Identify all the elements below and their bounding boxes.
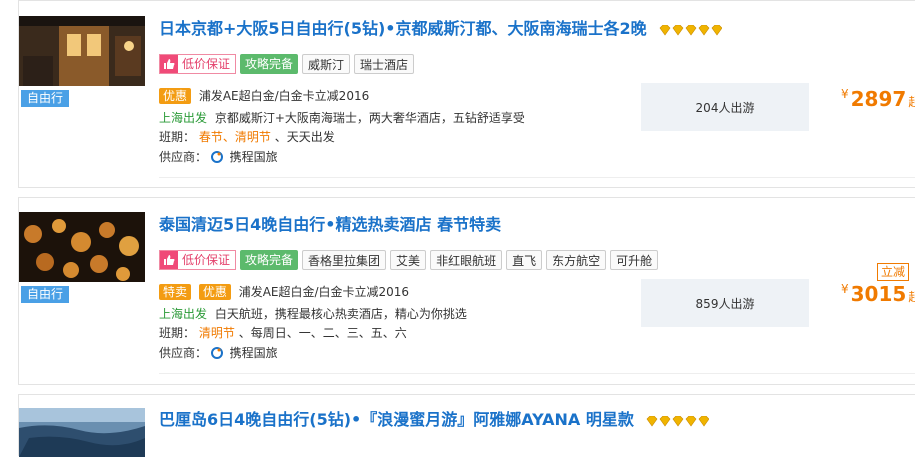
promo-text: 浦发AE超白金/白金卡立减2016 <box>198 89 370 103</box>
feature-tag: 直飞 <box>506 250 543 270</box>
departure-city: 上海出发 <box>159 307 208 321</box>
description-row: 上海出发 京都威斯汀+大阪南海瑞士，两大奢华酒店，五钻舒适享受 <box>159 109 525 126</box>
product-thumbnail[interactable] <box>19 212 145 282</box>
ctrip-logo-icon <box>210 347 223 359</box>
divider <box>159 373 915 374</box>
category-tag: 自由行 <box>21 286 70 303</box>
description-text: 白天航班，携程最核心热卖酒店，精心为你挑选 <box>214 307 467 321</box>
thumbs-up-icon <box>160 251 178 269</box>
tag-label: 低价保证 <box>182 253 231 267</box>
provider-name[interactable]: 携程国旅 <box>230 150 278 164</box>
price[interactable]: ¥3015 起 <box>841 282 915 306</box>
product-card: 巴厘岛6日4晚自由行(5钻)•『浪漫蜜月游』阿雅娜AYANA 明星款 <box>18 394 915 457</box>
low-price-tag: 低价保证 <box>159 54 237 74</box>
product-thumbnail[interactable] <box>19 16 145 86</box>
sold-count: 204人出游 <box>641 83 809 131</box>
feature-tags: 低价保证 攻略完备 香格里拉集团 艾美 非红眼航班 直飞 东方航空 可升舱 <box>159 250 659 270</box>
departure-city: 上海出发 <box>159 111 208 125</box>
schedule-highlight: 清明节 <box>198 326 235 340</box>
provider-row: 供应商： 携程国旅 <box>159 344 278 361</box>
guide-tag: 攻略完备 <box>240 250 299 270</box>
provider-label: 供应商： <box>159 150 208 164</box>
low-price-tag: 低价保证 <box>159 250 237 270</box>
ctrip-logo-icon <box>210 151 223 163</box>
product-title-text[interactable]: 巴厘岛6日4晚自由行(5钻)•『浪漫蜜月游』阿雅娜AYANA 明星款 <box>159 410 634 429</box>
price-value: 2897 <box>850 87 907 111</box>
description-text: 京都威斯汀+大阪南海瑞士，两大奢华酒店，五钻舒适享受 <box>214 111 525 125</box>
discount-badge: 立减 <box>877 263 910 281</box>
diamond-rating <box>645 411 710 430</box>
price-suffix: 起 <box>908 290 915 304</box>
feature-tag: 威斯汀 <box>302 54 351 74</box>
feature-tag: 瑞士酒店 <box>354 54 415 74</box>
price-suffix: 起 <box>908 95 915 109</box>
schedule-row: 班期： 清明节 、每周日、一、二、三、五、六 <box>159 324 407 341</box>
product-card: 自由行 泰国清迈5日4晚自由行•精选热卖酒店 春节特卖 低价保证 攻略完备 香格… <box>18 197 915 385</box>
sale-badge: 特卖 <box>159 284 192 300</box>
product-thumbnail[interactable] <box>19 408 145 457</box>
category-tag: 自由行 <box>21 90 70 107</box>
currency-symbol: ¥ <box>841 87 849 101</box>
product-title[interactable]: 巴厘岛6日4晚自由行(5钻)•『浪漫蜜月游』阿雅娜AYANA 明星款 <box>159 406 710 430</box>
divider <box>159 177 915 178</box>
diamond-icon <box>659 24 723 36</box>
currency-symbol: ¥ <box>841 282 849 296</box>
promo-text: 浦发AE超白金/白金卡立减2016 <box>238 285 410 299</box>
price[interactable]: ¥2897 起 <box>841 87 915 111</box>
guide-tag: 攻略完备 <box>240 54 299 74</box>
provider-row: 供应商： 携程国旅 <box>159 148 278 165</box>
price-value: 3015 <box>850 282 907 306</box>
provider-label: 供应商： <box>159 346 208 360</box>
feature-tag: 香格里拉集团 <box>302 250 387 270</box>
product-title-text[interactable]: 日本京都+大阪5日自由行(5钻)•京都威斯汀都、大阪南海瑞士各2晚 <box>159 19 647 38</box>
thumbs-up-icon <box>160 55 178 73</box>
product-title[interactable]: 泰国清迈5日4晚自由行•精选热卖酒店 春节特卖 <box>159 211 501 235</box>
feature-tag: 艾美 <box>390 250 427 270</box>
schedule-row: 班期： 春节、清明节 、天天出发 <box>159 128 335 145</box>
description-row: 上海出发 白天航班，携程最核心热卖酒店，精心为你挑选 <box>159 305 467 322</box>
promo-row: 特卖 优惠 浦发AE超白金/白金卡立减2016 <box>159 283 409 300</box>
promo-row: 优惠 浦发AE超白金/白金卡立减2016 <box>159 87 369 104</box>
feature-tag: 可升舱 <box>610 250 659 270</box>
product-card: 自由行 日本京都+大阪5日自由行(5钻)•京都威斯汀都、大阪南海瑞士各2晚 低价… <box>18 0 915 188</box>
feature-tag: 东方航空 <box>546 250 607 270</box>
sold-count: 859人出游 <box>641 279 809 327</box>
schedule-highlight: 春节、清明节 <box>198 130 271 144</box>
promo-badge: 优惠 <box>159 88 192 104</box>
promo-badge: 优惠 <box>198 284 231 300</box>
provider-name[interactable]: 携程国旅 <box>230 346 278 360</box>
product-list: 自由行 日本京都+大阪5日自由行(5钻)•京都威斯汀都、大阪南海瑞士各2晚 低价… <box>0 0 915 457</box>
tag-label: 低价保证 <box>182 57 231 71</box>
schedule-label: 班期： <box>159 130 196 144</box>
schedule-label: 班期： <box>159 326 196 340</box>
schedule-rest: 、每周日、一、二、三、五、六 <box>238 326 407 340</box>
diamond-icon <box>647 415 710 427</box>
product-title-text[interactable]: 泰国清迈5日4晚自由行•精选热卖酒店 春节特卖 <box>159 215 501 234</box>
feature-tag: 非红眼航班 <box>430 250 503 270</box>
diamond-rating <box>658 20 723 39</box>
schedule-rest: 、天天出发 <box>274 130 335 144</box>
feature-tags: 低价保证 攻略完备 威斯汀 瑞士酒店 <box>159 54 415 74</box>
product-title[interactable]: 日本京都+大阪5日自由行(5钻)•京都威斯汀都、大阪南海瑞士各2晚 <box>159 15 723 39</box>
